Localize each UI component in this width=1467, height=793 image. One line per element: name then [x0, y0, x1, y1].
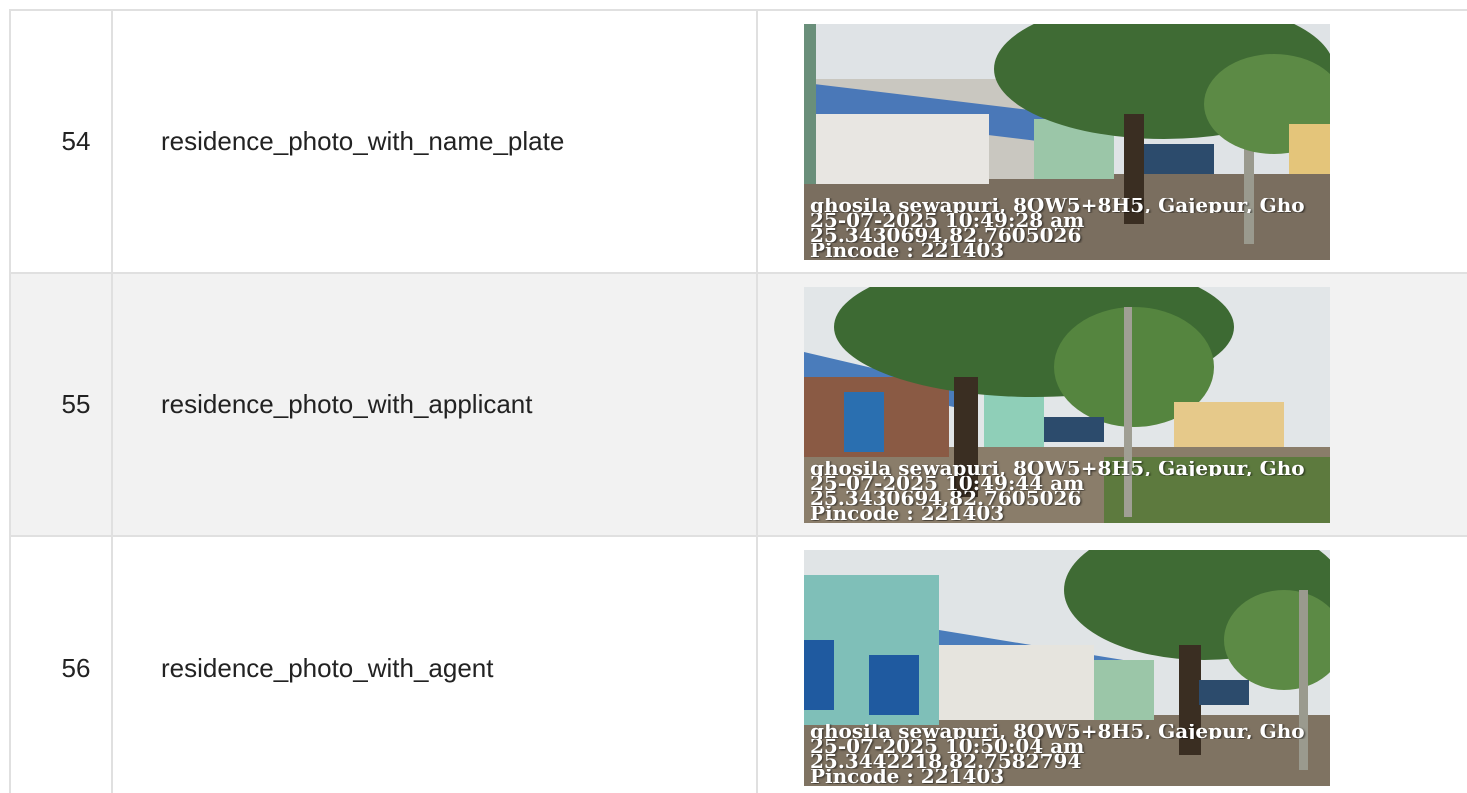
photo-cell: ghosila sewapuri, 8QW5+8H5, Gajepur, Gho…: [758, 274, 1467, 535]
photo-datetime: 25-07-2025 10:49:44 am: [810, 475, 1085, 491]
photo-datetime: 25-07-2025 10:49:28 am: [810, 212, 1085, 228]
table-row: 54 residence_photo_with_name_plate ghosi…: [11, 11, 1467, 274]
geotag-overlay: ghosila sewapuri, 8QW5+8H5, Gajepur, Gho…: [810, 198, 1330, 258]
residence-photo[interactable]: ghosila sewapuri, 8QW5+8H5, Gajepur, Gho…: [804, 23, 1330, 260]
row-index: 55: [11, 274, 113, 535]
photo-cell: ghosila sewapuri, 8QW5+8H5, Gajepur, Gho…: [758, 537, 1467, 793]
residence-photo[interactable]: ghosila sewapuri, 8QW5+8H5, Gajepur, Gho…: [804, 550, 1330, 786]
photo-datetime: 25-07-2025 10:50:04 am: [810, 739, 1085, 754]
photo-pincode: Pincode : 221403: [810, 769, 1005, 784]
geotag-overlay: ghosila sewapuri, 8QW5+8H5, Gajepur, Gho…: [810, 461, 1330, 521]
photo-coordinates: 25.3430694,82.7605026: [810, 227, 1082, 243]
row-index: 54: [11, 11, 113, 272]
photo-pincode: Pincode : 221403: [810, 242, 1005, 258]
geotag-overlay: ghosila sewapuri, 8QW5+8H5, Gajepur, Gho…: [810, 724, 1330, 784]
table-row: 55 residence_photo_with_applicant ghosil…: [11, 274, 1467, 537]
photo-location: ghosila sewapuri, 8QW5+8H5, Gajepur, Gho: [810, 724, 1305, 739]
photo-location: ghosila sewapuri, 8QW5+8H5, Gajepur, Gho: [810, 460, 1305, 476]
documents-table: 54 residence_photo_with_name_plate ghosi…: [9, 9, 1467, 793]
document-name: residence_photo_with_name_plate: [113, 11, 758, 272]
photo-cell: ghosila sewapuri, 8QW5+8H5, Gajepur, Gho…: [758, 11, 1467, 272]
row-index: 56: [11, 537, 113, 793]
photo-coordinates: 25.3430694,82.7605026: [810, 490, 1082, 506]
photo-coordinates: 25.3442218,82.7582794: [810, 754, 1082, 769]
document-name: residence_photo_with_agent: [113, 537, 758, 793]
table-row: 56 residence_photo_with_agent ghosila se…: [11, 537, 1467, 793]
residence-photo[interactable]: ghosila sewapuri, 8QW5+8H5, Gajepur, Gho…: [804, 286, 1330, 523]
photo-location: ghosila sewapuri, 8QW5+8H5, Gajepur, Gho: [810, 197, 1305, 213]
document-name: residence_photo_with_applicant: [113, 274, 758, 535]
photo-pincode: Pincode : 221403: [810, 505, 1005, 521]
